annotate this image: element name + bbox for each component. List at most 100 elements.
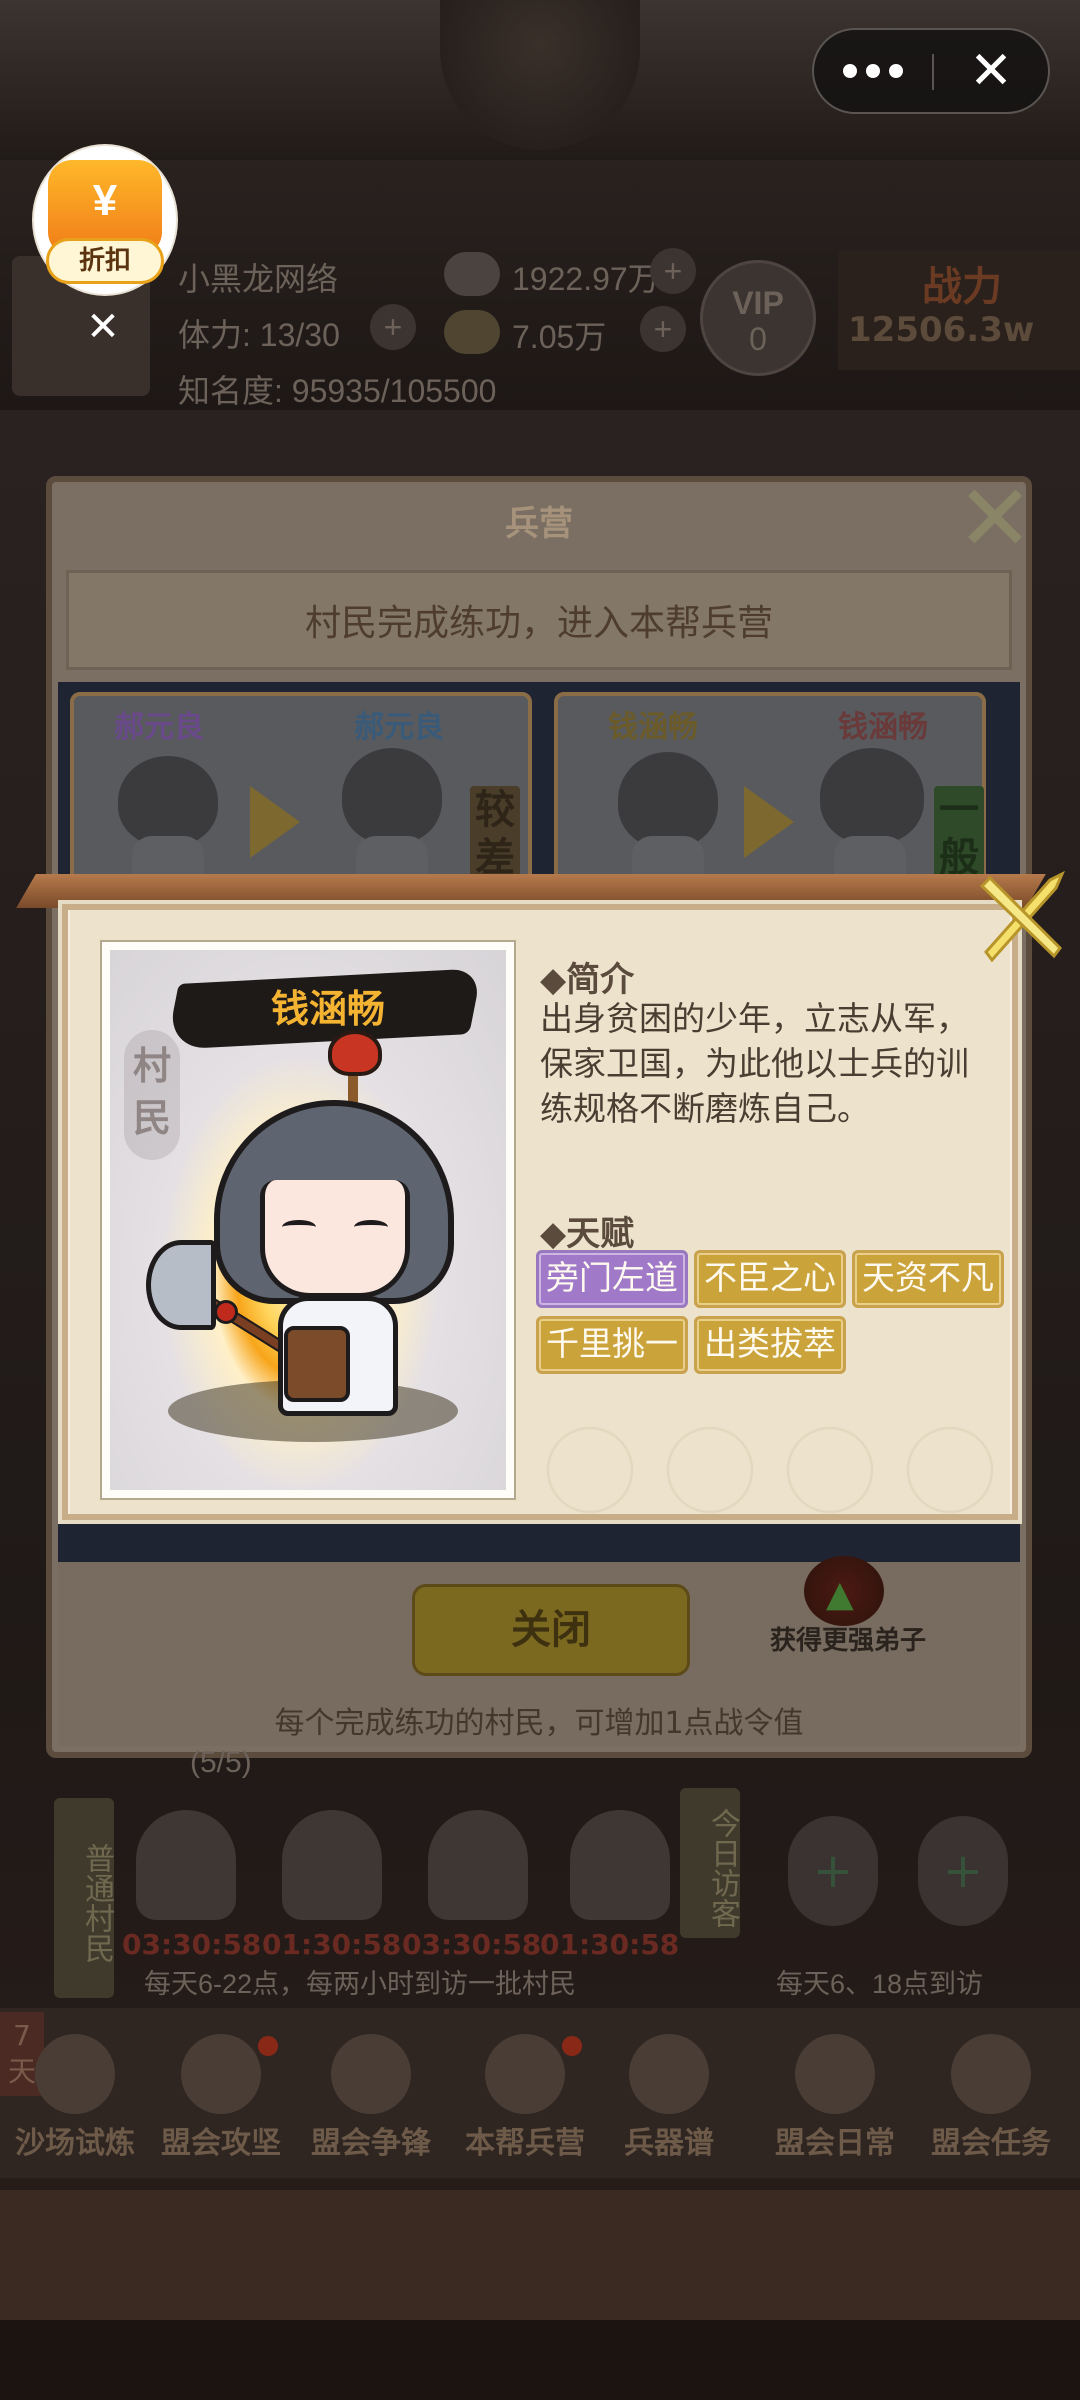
nav-item-guild-daily[interactable]: 盟会日常	[760, 2008, 910, 2178]
gold-icon	[444, 310, 500, 354]
dot-icon	[889, 64, 903, 78]
popup-close-icon[interactable]	[962, 856, 1080, 976]
card-to-name: 钱涵畅	[838, 710, 928, 745]
villager-avatar[interactable]	[136, 1810, 236, 1920]
roster-right-tag: 今日访客	[680, 1788, 740, 1938]
soldier-portrait	[342, 748, 442, 844]
more-menu-button[interactable]	[814, 30, 932, 112]
portrait-glow: 钱涵畅 村民	[110, 950, 506, 1490]
soldier-portrait	[820, 748, 924, 844]
villager-roster: (5/5) 普通村民 03:30:58 01:30:58 03:30:58 01…	[40, 1746, 1050, 2002]
arena-icon	[35, 2034, 115, 2114]
dot-icon	[866, 64, 880, 78]
panel-tip: 每个完成练功的村民，可增加1点战令值	[274, 1706, 804, 1741]
get-stronger-button[interactable]: 获得更强弟子	[748, 1620, 948, 1657]
close-button[interactable]: 关闭	[412, 1584, 690, 1676]
barracks-icon	[485, 2034, 565, 2114]
dot-icon	[843, 64, 857, 78]
character-name: 钱涵畅	[270, 987, 385, 1031]
silver-add-button[interactable]: +	[650, 248, 696, 294]
nav-item-guild-tasks[interactable]: 盟会任务	[916, 2008, 1066, 2178]
nav-label: 本帮兵营	[465, 2126, 585, 2161]
roster-counter: (5/5)	[190, 1746, 252, 1779]
nav-label: 沙场试炼	[15, 2126, 135, 2161]
talent-heading: ◆天赋	[540, 1214, 635, 1254]
nav-label: 兵器谱	[624, 2126, 714, 2161]
miniapp-capsule: ✕	[812, 28, 1050, 114]
villager-avatar[interactable]	[428, 1810, 528, 1920]
talent-tag[interactable]: 千里挑一	[536, 1316, 688, 1374]
vip-label: VIP	[732, 285, 784, 321]
upgrade-card[interactable]: 郝元良 郝元良 较差	[70, 692, 532, 892]
grade-label: 较差	[470, 786, 520, 882]
villager-portrait	[118, 756, 218, 846]
upgrade-card[interactable]: 钱涵畅 钱涵畅 一般	[554, 692, 986, 892]
talent-tag[interactable]: 旁门左道	[536, 1250, 688, 1308]
stamina-text: 体力: 13/30	[178, 317, 340, 353]
power-display: 战力 12506.3w	[838, 250, 1080, 370]
character-eye	[354, 1220, 388, 1234]
bottom-floor	[0, 2320, 1080, 2400]
card-from-name: 钱涵畅	[608, 710, 698, 745]
stamina-add-button[interactable]: +	[370, 304, 416, 350]
talent-tag[interactable]: 天资不凡	[852, 1250, 1004, 1308]
empty-slot-plus[interactable]: +	[918, 1816, 1008, 1926]
close-app-button[interactable]: ✕	[934, 30, 1048, 112]
intro-text: 出身贫困的少年，立志从军，保家卫国，为此他以士兵的训练规格不断磨炼自己。	[540, 999, 969, 1128]
nav-item-weapon-list[interactable]: 兵器谱	[594, 2008, 744, 2178]
vip-badge[interactable]: VIP 0	[700, 260, 816, 376]
battle-icon	[331, 2034, 411, 2114]
character-portrait-card: 钱涵畅 村民	[100, 940, 516, 1500]
nav-label: 盟会攻坚	[161, 2126, 281, 2161]
discount-dismiss-button[interactable]: ✕	[86, 307, 120, 347]
nav-item-arena-trial[interactable]: 沙场试炼	[0, 2008, 150, 2178]
gold-add-button[interactable]: +	[640, 306, 686, 352]
villager-portrait	[618, 752, 718, 848]
get-stronger-icon[interactable]: ▲	[804, 1556, 884, 1626]
power-value: 12506.3w	[848, 310, 1035, 350]
talent-tag[interactable]: 出类拔萃	[694, 1316, 846, 1374]
arrow-right-icon	[744, 786, 794, 858]
nav-label: 盟会争锋	[311, 2126, 431, 2161]
arrow-right-icon	[250, 786, 300, 858]
empty-slot-plus[interactable]: +	[788, 1816, 878, 1926]
axe-icon	[146, 1240, 216, 1330]
card-from-name: 郝元良	[114, 710, 204, 745]
helmet-plume	[328, 1030, 382, 1076]
nav-label: 盟会任务	[931, 2126, 1051, 2161]
villager-avatar[interactable]	[282, 1810, 382, 1920]
notification-dot	[258, 2036, 278, 2056]
villager-avatar[interactable]	[570, 1810, 670, 1920]
panel-title: 兵营	[505, 504, 573, 544]
power-label: 战力	[922, 264, 1002, 310]
talent-tag[interactable]: 不臣之心	[694, 1250, 846, 1308]
bottom-decor-band	[0, 2190, 1080, 2320]
roster-left-tag: 普通村民	[54, 1798, 114, 1998]
task-icon	[951, 2034, 1031, 2114]
gold-amount: 7.05万	[512, 319, 607, 355]
weapon-icon	[629, 2034, 709, 2114]
silver-icon	[444, 252, 500, 296]
bottom-nav: 7天 沙场试炼 盟会攻坚 盟会争锋 本帮兵营 兵器谱 盟会日常 盟会任务	[0, 2008, 1080, 2178]
arrow-up-icon: ▲	[826, 1574, 854, 1615]
nav-item-guild-siege[interactable]: 盟会攻坚	[146, 2008, 296, 2178]
villager-timer: 03:30:58	[402, 1928, 542, 1961]
popup-content: 钱涵畅 村民 ◆简介 出身贫困的少年，立志从军，保家卫国，为此他以士兵的训练规格…	[70, 910, 1010, 1520]
villager-timer: 03:30:58	[122, 1928, 262, 1961]
character-face	[260, 1180, 410, 1298]
talent-list: 旁门左道 不臣之心 天资不凡 千里挑一 出类拔萃	[536, 1250, 1006, 1374]
tassel-icon	[214, 1300, 238, 1324]
discount-label: 折扣	[46, 238, 164, 284]
character-rank: 村民	[124, 1030, 180, 1160]
siege-icon	[181, 2034, 261, 2114]
yen-icon: ¥	[92, 176, 118, 225]
character-eye	[282, 1220, 316, 1234]
player-name: 小黑龙网络	[178, 261, 339, 297]
panel-close-icon[interactable]: ✕	[950, 473, 1040, 565]
nav-item-guild-battle[interactable]: 盟会争锋	[296, 2008, 446, 2178]
vip-level: 0	[749, 321, 767, 357]
discount-badge[interactable]: ¥ 折扣	[34, 146, 176, 294]
card-to-name: 郝元良	[354, 710, 444, 745]
nav-item-barracks[interactable]: 本帮兵营	[450, 2008, 600, 2178]
villager-timer: 01:30:58	[262, 1928, 402, 1961]
